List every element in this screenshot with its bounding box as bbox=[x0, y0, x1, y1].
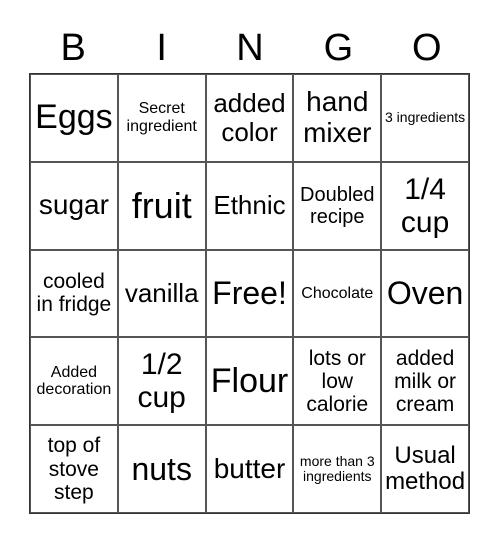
bingo-cell: Usual method bbox=[381, 425, 469, 513]
bingo-cell: 1/4 cup bbox=[381, 161, 469, 250]
bingo-cell: Secret ingredient bbox=[117, 74, 206, 162]
bingo-cell: Added decoration bbox=[30, 337, 118, 426]
bingo-cell: 3 ingredients bbox=[381, 74, 469, 162]
header-letter-o: O bbox=[412, 27, 442, 69]
bingo-cell: lots or low calorie bbox=[293, 337, 382, 426]
header-letter-b: B bbox=[60, 27, 86, 69]
bingo-cell: Flour bbox=[205, 337, 294, 426]
bingo-cell: Free! bbox=[205, 249, 294, 338]
bingo-cell: Ethnic bbox=[205, 161, 294, 250]
bingo-header: B I N G O bbox=[29, 24, 471, 72]
bingo-cell: butter bbox=[205, 425, 294, 513]
bingo-cell: sugar bbox=[30, 161, 118, 250]
bingo-cell: cooled in fridge bbox=[30, 249, 118, 338]
bingo-cell: top of stove step bbox=[30, 425, 118, 513]
header-letter-i: I bbox=[156, 27, 167, 69]
bingo-grid: Eggs Secret ingredient added color hand mix… bbox=[29, 73, 470, 514]
bingo-cell: hand mixer bbox=[293, 74, 382, 162]
bingo-cell: Eggs bbox=[30, 74, 118, 162]
bingo-cell: Doubled recipe bbox=[293, 161, 382, 250]
bingo-cell: added color bbox=[205, 74, 294, 162]
header-letter-g: G bbox=[323, 27, 354, 69]
header-letter-n: N bbox=[236, 27, 264, 69]
bingo-cell: nuts bbox=[117, 425, 206, 513]
bingo-cell: fruit bbox=[117, 161, 206, 250]
bingo-cell: Chocolate bbox=[293, 249, 382, 338]
bingo-cell: more than 3 ingredients bbox=[293, 425, 382, 513]
bingo-cell: Oven bbox=[381, 249, 469, 338]
bingo-cell: added milk or cream bbox=[381, 337, 469, 426]
bingo-cell: vanilla bbox=[117, 249, 206, 338]
bingo-cell: 1/2 cup bbox=[117, 337, 206, 426]
